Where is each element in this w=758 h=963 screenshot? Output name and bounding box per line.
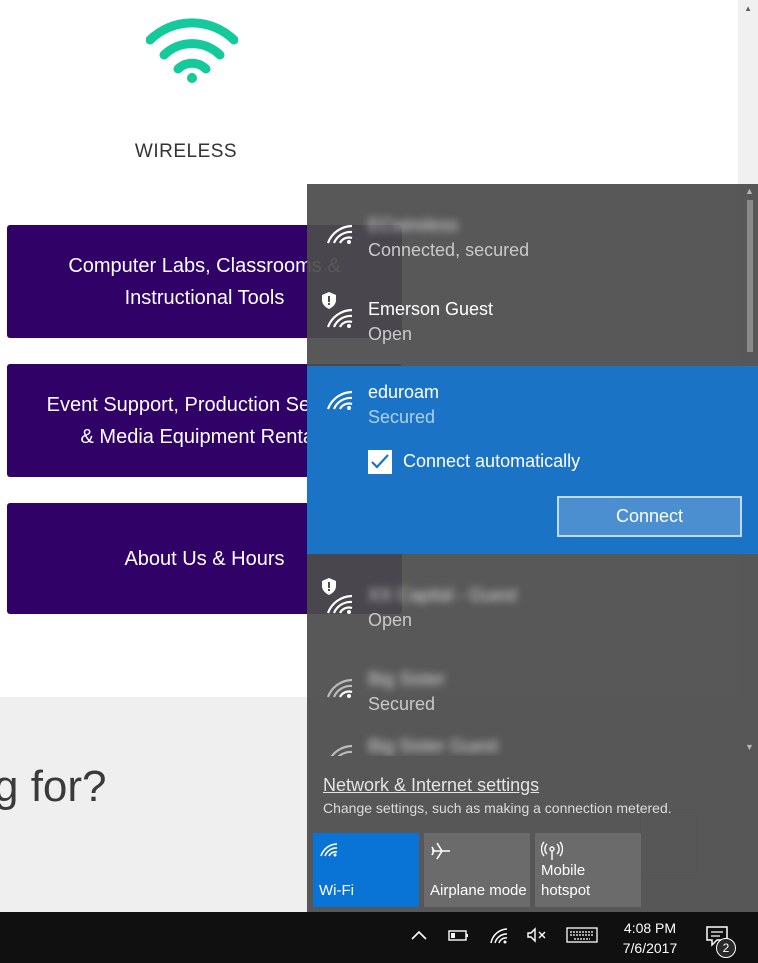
button-label: About Us & Hours [124, 547, 285, 570]
network-status: Open [368, 610, 413, 630]
scroll-down-icon[interactable]: ▼ [745, 742, 754, 752]
tile-label-line1: Mobile [541, 862, 586, 879]
network-ssid: Emerson Guest [368, 299, 494, 319]
clock-time: 4:08 PM [623, 920, 677, 936]
network-ssid: eduroam [368, 382, 440, 402]
scroll-up-icon[interactable]: ▲ [744, 4, 752, 13]
search-question-text: g for? [0, 762, 107, 811]
network-status: Secured [368, 407, 436, 427]
network-ssid: Big Sister Guest [368, 736, 499, 756]
connect-automatically-label[interactable]: Connect automatically [403, 451, 580, 472]
network-settings-description: Change settings, such as making a connec… [323, 800, 672, 816]
notification-count-badge: 2 [716, 938, 736, 958]
connect-automatically-checkbox[interactable] [368, 450, 392, 474]
airplane-mode-tile[interactable]: Airplane mode [424, 833, 530, 907]
network-status: Open [368, 324, 413, 344]
system-clock[interactable]: 4:08 PM 7/6/2017 [608, 918, 692, 958]
network-status: Connected, secured [368, 240, 530, 260]
network-ssid: XX Capital - Guest [368, 585, 518, 605]
network-ssid: ECwireless [368, 215, 459, 235]
scrollbar-thumb[interactable] [747, 200, 753, 352]
network-status: Secured [368, 694, 436, 714]
tile-label-line2: hotspot [541, 882, 591, 899]
clock-date: 7/6/2017 [622, 940, 678, 956]
network-item[interactable]: ECwireless Connected, secured [307, 184, 742, 268]
network-flyout: ▲ ▼ ECwireless Connected, secured Emerso… [307, 184, 758, 912]
keyboard-icon[interactable] [566, 926, 598, 944]
wifi-signal-icon [326, 594, 353, 614]
button-label-line2: Instructional Tools [124, 286, 285, 309]
connect-button[interactable]: Connect [557, 496, 742, 537]
wifi-signal-icon [326, 678, 353, 698]
wireless-label: WIRELESS [134, 141, 238, 162]
network-item[interactable]: Big Sister Secured [307, 638, 742, 722]
tile-label: Mobile hotspot [541, 861, 590, 901]
mobile-hotspot-tile[interactable]: Mobile hotspot [535, 833, 641, 907]
battery-icon[interactable] [448, 926, 470, 944]
network-item[interactable]: Big Sister Guest [307, 722, 742, 756]
network-item[interactable]: Emerson Guest Open [307, 268, 742, 352]
tile-label: Airplane mode [430, 882, 527, 899]
scroll-up-icon[interactable]: ▲ [745, 186, 754, 196]
network-ssid: Big Sister [368, 669, 446, 689]
network-item[interactable]: XX Capital - Guest Open [307, 554, 742, 638]
wifi-icon [320, 843, 338, 857]
wifi-signal-icon [326, 390, 353, 410]
wifi-icon[interactable] [489, 926, 509, 944]
wifi-signal-icon [330, 744, 353, 756]
hotspot-icon [541, 841, 563, 860]
wifi-logo-icon [146, 18, 238, 83]
taskbar: 4:08 PM 7/6/2017 2 [0, 912, 758, 963]
airplane-icon [431, 842, 450, 860]
button-label-line1: Computer Labs, Classrooms & [68, 254, 341, 277]
tile-label: Wi-Fi [319, 882, 354, 899]
network-item-selected[interactable]: eduroam Secured Connect automatically Co… [307, 366, 758, 554]
wifi-signal-icon [326, 224, 353, 244]
chevron-up-icon[interactable] [410, 926, 428, 944]
volume-muted-icon[interactable] [526, 926, 548, 944]
network-settings-link[interactable]: Network & Internet settings [323, 775, 539, 796]
checkmark-icon [371, 454, 389, 469]
wifi-signal-icon [326, 308, 353, 328]
wifi-toggle-tile[interactable]: Wi-Fi [313, 833, 419, 907]
